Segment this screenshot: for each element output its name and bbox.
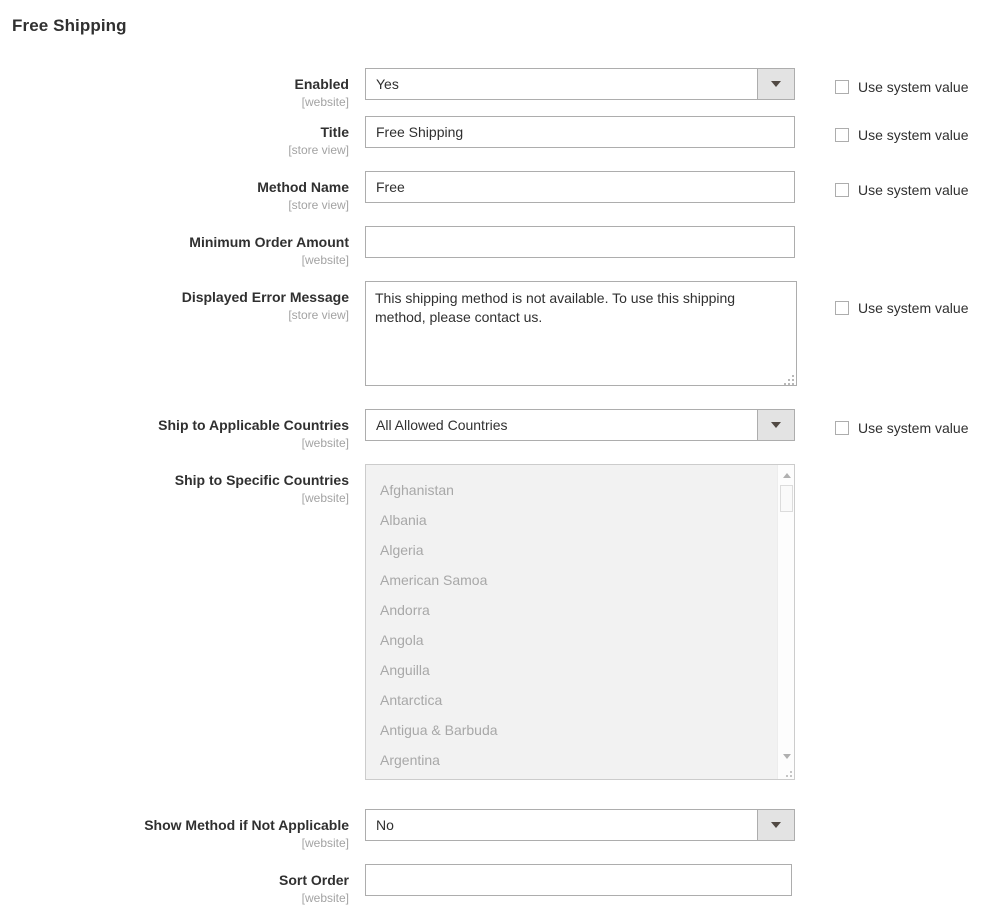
country-option[interactable]: Afghanistan [366, 475, 776, 505]
chevron-down-icon [771, 422, 781, 428]
ship-to-applicable-countries-select[interactable]: All Allowed Countries [365, 409, 795, 441]
label-text-title: Title [320, 124, 349, 140]
label-text-ship-to-applicable-countries: Ship to Applicable Countries [158, 417, 349, 433]
field-row-ship-to-specific-countries: Ship to Specific Countries [website] Afg… [0, 464, 993, 809]
scope-text-method-name: [store view] [288, 197, 349, 212]
scope-text-minimum-order-amount: [website] [301, 252, 349, 267]
ship-to-applicable-countries-value: All Allowed Countries [365, 409, 757, 441]
field-row-enabled: Enabled [website] Yes Use system value [0, 68, 993, 116]
field-row-method-name: Method Name [store view] Use system valu… [0, 171, 993, 226]
ship-to-specific-countries-multiselect[interactable]: Afghanistan Albania Algeria American Samoa A… [365, 464, 795, 780]
use-system-value-enabled[interactable]: Use system value [835, 80, 968, 94]
free-shipping-config-page: Free Shipping Enabled [website] Yes Use … [0, 0, 993, 920]
use-system-value-method-name[interactable]: Use system value [835, 183, 968, 197]
field-control-ship-to-specific-countries: Afghanistan Albania Algeria American Samoa A… [349, 464, 795, 780]
free-shipping-form: Enabled [website] Yes Use system value T… [0, 68, 993, 919]
use-system-value-checkbox-method-name[interactable] [835, 183, 849, 197]
show-method-if-not-applicable-arrow-button[interactable] [757, 809, 795, 841]
field-label-ship-to-applicable-countries: Ship to Applicable Countries [website] [0, 409, 349, 451]
scope-text-title: [store view] [288, 142, 349, 157]
use-system-value-label-method-name: Use system value [858, 182, 969, 198]
field-label-ship-to-specific-countries: Ship to Specific Countries [website] [0, 464, 349, 506]
label-text-ship-to-specific-countries: Ship to Specific Countries [174, 472, 349, 488]
scroll-down-arrow-icon[interactable] [778, 748, 794, 765]
use-system-value-checkbox-enabled[interactable] [835, 80, 849, 94]
ship-to-applicable-countries-arrow-button[interactable] [757, 409, 795, 441]
use-system-value-checkbox-ship-to-applicable-countries[interactable] [835, 421, 849, 435]
field-label-displayed-error-message: Displayed Error Message [store view] [0, 281, 349, 323]
country-option-list: Afghanistan Albania Algeria American Samoa A… [366, 475, 776, 775]
sort-order-input[interactable] [365, 864, 792, 896]
chevron-down-icon [771, 822, 781, 828]
country-option[interactable]: Antarctica [366, 685, 776, 715]
country-option[interactable]: Antigua & Barbuda [366, 715, 776, 745]
label-text-minimum-order-amount: Minimum Order Amount [189, 234, 349, 250]
title-input[interactable] [365, 116, 795, 148]
country-option[interactable]: Algeria [366, 535, 776, 565]
label-text-method-name: Method Name [257, 179, 349, 195]
scope-text-sort-order: [website] [301, 890, 349, 905]
field-control-ship-to-applicable-countries: All Allowed Countries [349, 409, 795, 441]
method-name-input[interactable] [365, 171, 795, 203]
field-row-displayed-error-message: Displayed Error Message [store view] Thi… [0, 281, 993, 409]
scroll-up-arrow-icon[interactable] [778, 467, 794, 484]
field-control-method-name [349, 171, 795, 203]
chevron-down-icon [771, 81, 781, 87]
country-option[interactable]: Angola [366, 625, 776, 655]
use-system-value-label-ship-to-applicable-countries: Use system value [858, 420, 969, 436]
field-row-sort-order: Sort Order [website] [0, 864, 993, 919]
field-label-enabled: Enabled [website] [0, 68, 349, 110]
show-method-if-not-applicable-value: No [365, 809, 757, 841]
scope-text-show-method-if-not-applicable: [website] [301, 835, 349, 850]
label-text-show-method-if-not-applicable: Show Method if Not Applicable [144, 817, 349, 833]
label-text-sort-order: Sort Order [278, 872, 349, 888]
displayed-error-message-wrap: This shipping method is not available. T… [365, 281, 797, 389]
scope-text-displayed-error-message: [store view] [288, 307, 349, 322]
scope-text-enabled: [website] [301, 94, 349, 109]
use-system-value-displayed-error-message[interactable]: Use system value [835, 301, 968, 315]
field-label-sort-order: Sort Order [website] [0, 864, 349, 906]
label-text-displayed-error-message: Displayed Error Message [181, 289, 349, 305]
enabled-select-arrow-button[interactable] [757, 68, 795, 100]
enabled-select[interactable]: Yes [365, 68, 795, 100]
field-label-show-method-if-not-applicable: Show Method if Not Applicable [website] [0, 809, 349, 851]
country-option[interactable]: Anguilla [366, 655, 776, 685]
use-system-value-label-displayed-error-message: Use system value [858, 300, 969, 316]
field-control-sort-order [349, 864, 792, 896]
scrollbar-thumb[interactable] [780, 485, 793, 512]
label-text-enabled: Enabled [294, 76, 349, 92]
country-option[interactable]: Albania [366, 505, 776, 535]
field-label-title: Title [store view] [0, 116, 349, 158]
displayed-error-message-textarea[interactable]: This shipping method is not available. T… [365, 281, 797, 386]
use-system-value-checkbox-title[interactable] [835, 128, 849, 142]
minimum-order-amount-input[interactable] [365, 226, 795, 258]
scope-text-ship-to-applicable-countries: [website] [301, 435, 349, 450]
use-system-value-label-enabled: Use system value [858, 79, 969, 95]
field-control-enabled: Yes [349, 68, 795, 100]
multiselect-resize-handle-icon[interactable] [783, 768, 792, 777]
field-row-title: Title [store view] Use system value [0, 116, 993, 171]
field-row-minimum-order-amount: Minimum Order Amount [website] [0, 226, 993, 281]
field-control-title [349, 116, 795, 148]
country-option[interactable]: Andorra [366, 595, 776, 625]
enabled-select-value: Yes [365, 68, 757, 100]
use-system-value-title[interactable]: Use system value [835, 128, 968, 142]
scope-text-ship-to-specific-countries: [website] [301, 490, 349, 505]
field-control-show-method-if-not-applicable: No [349, 809, 795, 841]
multiselect-scrollbar[interactable] [777, 465, 794, 779]
page-title: Free Shipping [12, 16, 127, 35]
field-control-displayed-error-message: This shipping method is not available. T… [349, 281, 797, 389]
field-label-minimum-order-amount: Minimum Order Amount [website] [0, 226, 349, 268]
country-option[interactable]: Argentina [366, 745, 776, 775]
field-row-show-method-if-not-applicable: Show Method if Not Applicable [website] … [0, 809, 993, 864]
field-label-method-name: Method Name [store view] [0, 171, 349, 213]
show-method-if-not-applicable-select[interactable]: No [365, 809, 795, 841]
use-system-value-checkbox-displayed-error-message[interactable] [835, 301, 849, 315]
use-system-value-label-title: Use system value [858, 127, 969, 143]
field-control-minimum-order-amount [349, 226, 795, 258]
field-row-ship-to-applicable-countries: Ship to Applicable Countries [website] A… [0, 409, 993, 464]
country-option[interactable]: American Samoa [366, 565, 776, 595]
use-system-value-ship-to-applicable-countries[interactable]: Use system value [835, 421, 968, 435]
